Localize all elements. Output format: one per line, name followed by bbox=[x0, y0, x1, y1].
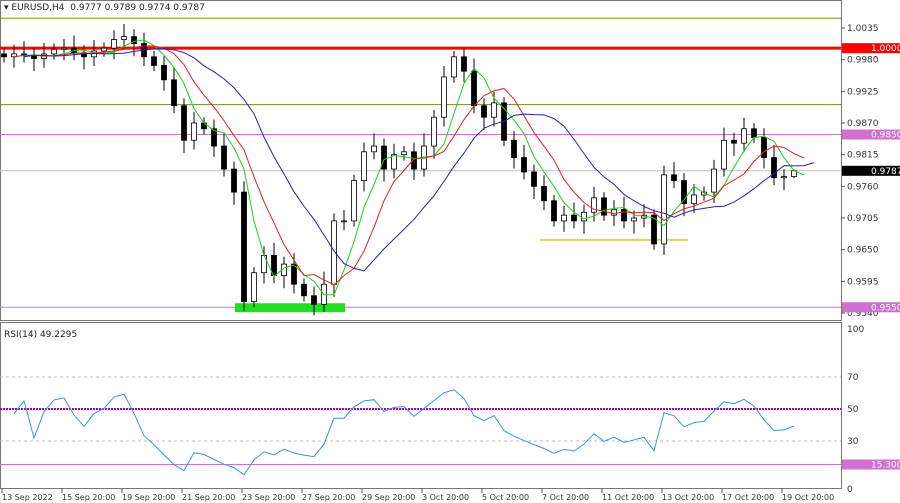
candle-body bbox=[601, 197, 607, 216]
time-tick-label: 5 Oct 20:00 bbox=[482, 493, 529, 502]
candle-body bbox=[731, 139, 737, 144]
candle-body bbox=[581, 211, 587, 222]
price-tick-label: 0.9595 bbox=[847, 277, 879, 287]
candle-body bbox=[621, 208, 627, 222]
candle-body bbox=[441, 76, 447, 118]
candle-body bbox=[191, 122, 197, 141]
candle-body bbox=[721, 139, 727, 170]
candle-body bbox=[371, 145, 377, 153]
time-tick-label: 17 Oct 20:00 bbox=[722, 493, 774, 502]
price-tick-label: 0.9815 bbox=[847, 151, 879, 161]
support-zone bbox=[235, 303, 345, 313]
rsi-tick-label: 30 bbox=[847, 437, 859, 447]
rsi-line bbox=[13, 389, 795, 476]
chart-title: ▾ EURUSD,H4 0.9777 0.9789 0.9774 0.9787 bbox=[4, 3, 205, 13]
rsi-tick-label: 50 bbox=[847, 405, 859, 415]
candle-body bbox=[781, 176, 787, 179]
time-tick-label: 11 Oct 20:00 bbox=[602, 493, 654, 502]
candle-body bbox=[611, 208, 617, 216]
candle-body bbox=[541, 185, 547, 202]
candle-body bbox=[161, 65, 167, 81]
ohlc-readout: 0.9777 0.9789 0.9774 0.9787 bbox=[70, 3, 205, 13]
price-tag-current: 0.9787 bbox=[871, 167, 900, 177]
price-tick-label: 0.9925 bbox=[847, 87, 879, 97]
candle-body bbox=[361, 151, 367, 181]
time-tick-label: 13 Sep 2022 bbox=[2, 493, 53, 502]
rsi-tick-label: 0 bbox=[847, 485, 853, 495]
candle-body bbox=[431, 116, 437, 147]
candle-body bbox=[521, 157, 527, 173]
candle-body bbox=[231, 168, 237, 193]
candle-body bbox=[711, 168, 717, 193]
price-tick-label: 1.0035 bbox=[847, 24, 879, 34]
candle-body bbox=[341, 220, 347, 223]
candle-body bbox=[171, 79, 177, 107]
candle-body bbox=[691, 194, 697, 205]
chart-canvas[interactable]: 1.0035 0.9980 0.9925 0.9870 0.9815 0.9760 0.97… bbox=[0, 0, 900, 503]
time-tick-label: 27 Sep 20:00 bbox=[302, 493, 355, 502]
price-tick-label: 0.9870 bbox=[847, 119, 879, 129]
time-tick-label: 3 Oct 20:00 bbox=[422, 493, 469, 502]
rsi-panel-frame bbox=[0, 322, 842, 489]
rsi-tag-label: 15.3000 bbox=[871, 461, 900, 471]
candle-body bbox=[761, 137, 767, 158]
candle-body bbox=[401, 151, 407, 156]
time-tick-label: 13 Oct 20:00 bbox=[662, 493, 714, 502]
candle-body bbox=[461, 56, 467, 72]
time-tick-label: 29 Sep 20:00 bbox=[362, 493, 415, 502]
candle-body bbox=[741, 128, 747, 144]
candle-body bbox=[751, 128, 757, 138]
rsi-tick-label: 70 bbox=[847, 373, 859, 383]
candle-body bbox=[181, 105, 187, 141]
candle-body bbox=[251, 272, 257, 302]
candle-body bbox=[51, 48, 57, 55]
price-tick-label: 0.9980 bbox=[847, 56, 879, 66]
candle-body bbox=[61, 47, 67, 50]
rsi-title: RSI(14) 49.2295 bbox=[4, 330, 78, 340]
candle-body bbox=[661, 174, 667, 245]
candle-body bbox=[101, 47, 107, 52]
candle-body bbox=[471, 70, 477, 107]
candle-body bbox=[111, 39, 117, 49]
candle-body bbox=[561, 214, 567, 222]
price-tag-red: 1.0000 bbox=[871, 44, 900, 54]
time-tick-label: 7 Oct 20:00 bbox=[542, 493, 589, 502]
candle-body bbox=[481, 105, 487, 118]
candle-body bbox=[1, 53, 7, 58]
candle-body bbox=[531, 171, 537, 187]
candle-body bbox=[121, 36, 127, 40]
symbol-label: EURUSD,H4 bbox=[11, 3, 65, 13]
candle-body bbox=[301, 283, 307, 297]
ma-line-mid bbox=[13, 45, 805, 286]
candle-body bbox=[451, 56, 457, 78]
candle-body bbox=[241, 191, 247, 302]
price-tag-upper: 0.9850 bbox=[871, 131, 900, 141]
candle-body bbox=[671, 174, 677, 181]
price-tag-lower: 0.9550 bbox=[871, 303, 900, 313]
candle-body bbox=[571, 214, 577, 222]
price-tick-label: 0.9705 bbox=[847, 214, 879, 224]
candle-body bbox=[381, 145, 387, 170]
candle-body bbox=[631, 217, 637, 222]
candle-body bbox=[491, 102, 497, 118]
candle-body bbox=[311, 295, 317, 305]
chart-window[interactable]: 1.0035 0.9980 0.9925 0.9870 0.9815 0.9760 0.97… bbox=[0, 0, 900, 503]
candle-body bbox=[511, 139, 517, 158]
time-tick-label: 19 Oct 20:00 bbox=[782, 493, 834, 502]
ma-line-slow bbox=[23, 48, 815, 272]
rsi-tick-label: 100 bbox=[847, 325, 864, 335]
price-tick-label: 0.9650 bbox=[847, 246, 879, 256]
price-tick-label: 0.9760 bbox=[847, 182, 879, 192]
candle-body bbox=[151, 56, 157, 66]
time-tick-label: 15 Sep 20:00 bbox=[62, 493, 115, 502]
time-tick-label: 19 Sep 20:00 bbox=[122, 493, 175, 502]
time-tick-label: 23 Sep 20:00 bbox=[242, 493, 295, 502]
ma-line-fast bbox=[13, 39, 805, 296]
time-tick-label: 21 Sep 20:00 bbox=[182, 493, 235, 502]
candle-body bbox=[221, 145, 227, 170]
candle-body bbox=[351, 180, 357, 222]
candle-body bbox=[551, 200, 557, 222]
